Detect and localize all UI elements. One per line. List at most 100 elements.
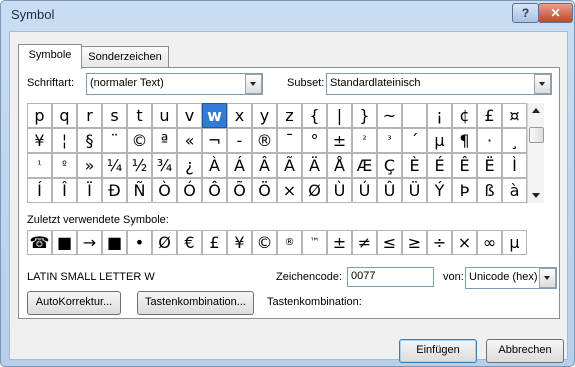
symbol-cell[interactable]: Ç — [377, 153, 402, 178]
symbol-cell[interactable]: ¦ — [52, 128, 77, 153]
recent-symbol-cell[interactable]: µ — [502, 230, 527, 255]
shortcut-key-button[interactable]: Tastenkombination... — [137, 291, 254, 315]
symbol-cell[interactable]: ³ — [377, 128, 402, 153]
symbol-cell[interactable]: Ô — [202, 178, 227, 203]
symbol-cell[interactable]: ~ — [377, 103, 402, 128]
recent-symbol-cell[interactable]: £ — [202, 230, 227, 255]
symbol-cell[interactable]: ß — [477, 178, 502, 203]
symbol-cell[interactable]: z — [277, 103, 302, 128]
font-dropdown-arrow-icon[interactable] — [245, 74, 262, 94]
subset-dropdown-arrow-icon[interactable] — [534, 74, 551, 94]
symbol-cell[interactable]: × — [277, 178, 302, 203]
font-select[interactable]: (normaler Text) — [86, 73, 263, 95]
symbol-cell[interactable]: { — [302, 103, 327, 128]
symbol-cell[interactable]: ¹ — [27, 153, 52, 178]
symbol-cell[interactable]: « — [177, 128, 202, 153]
recent-symbol-cell[interactable]: ■ — [102, 230, 127, 255]
symbol-cell[interactable]: Û — [377, 178, 402, 203]
symbol-cell[interactable]: Ñ — [127, 178, 152, 203]
autocorrect-button[interactable]: AutoKorrektur... — [27, 291, 121, 315]
symbol-cell[interactable]: ¼ — [102, 153, 127, 178]
symbol-cell[interactable]: ¢ — [452, 103, 477, 128]
recent-symbol-cell[interactable]: ÷ — [427, 230, 452, 255]
symbol-cell[interactable]: Ú — [352, 178, 377, 203]
help-button[interactable]: ? — [512, 3, 539, 23]
symbol-cell[interactable]: ² — [352, 128, 377, 153]
symbol-cell[interactable]: y — [252, 103, 277, 128]
symbol-cell[interactable]: ¡ — [427, 103, 452, 128]
symbol-cell[interactable]: ® — [252, 128, 277, 153]
symbol-cell[interactable]: Í — [27, 178, 52, 203]
symbol-cell[interactable]: ¯ — [277, 128, 302, 153]
symbol-cell[interactable]: Ì — [502, 153, 527, 178]
symbol-cell[interactable]: ¨ — [102, 128, 127, 153]
scroll-up-icon[interactable] — [532, 108, 540, 113]
symbol-cell[interactable]: Ð — [102, 178, 127, 203]
symbol-cell[interactable]: ½ — [127, 153, 152, 178]
symbol-cell[interactable]: ¾ — [152, 153, 177, 178]
recent-symbol-cell[interactable]: ® — [277, 230, 302, 255]
symbol-cell[interactable]: £ — [477, 103, 502, 128]
symbol-cell[interactable]: x — [227, 103, 252, 128]
symbol-cell[interactable]: É — [427, 153, 452, 178]
symbol-cell[interactable]: ¿ — [177, 153, 202, 178]
scroll-down-icon[interactable] — [532, 193, 540, 198]
recent-symbol-cell[interactable]: ™ — [302, 230, 327, 255]
charcode-input[interactable]: 0077 — [347, 267, 434, 287]
symbol-cell[interactable]: ¬ — [202, 128, 227, 153]
symbol-cell[interactable]: Ù — [327, 178, 352, 203]
symbol-cell[interactable]: § — [77, 128, 102, 153]
symbol-cell[interactable]: ¥ — [27, 128, 52, 153]
symbol-cell[interactable]: Á — [227, 153, 252, 178]
symbol-cell[interactable]: ¤ — [502, 103, 527, 128]
from-dropdown-arrow-icon[interactable] — [539, 268, 556, 288]
recent-symbol-cell[interactable]: • — [127, 230, 152, 255]
recent-symbol-cell[interactable]: © — [252, 230, 277, 255]
symbol-cell[interactable]: v — [177, 103, 202, 128]
symbol-cell[interactable]: w — [202, 103, 227, 128]
symbol-cell[interactable]: · — [477, 128, 502, 153]
symbol-cell[interactable]: à — [502, 178, 527, 203]
symbol-cell[interactable]: ª — [152, 128, 177, 153]
symbol-cell[interactable]: ± — [327, 128, 352, 153]
symbol-cell[interactable]: Ø — [302, 178, 327, 203]
symbol-cell[interactable]: ° — [302, 128, 327, 153]
recent-symbol-cell[interactable]: ¥ — [227, 230, 252, 255]
symbol-cell[interactable]: Ý — [427, 178, 452, 203]
recent-symbol-cell[interactable]: ± — [327, 230, 352, 255]
symbol-cell[interactable]: Þ — [452, 178, 477, 203]
symbol-cell[interactable]: Ê — [452, 153, 477, 178]
recent-symbol-cell[interactable]: Ø — [152, 230, 177, 255]
recent-symbol-cell[interactable]: ∞ — [477, 230, 502, 255]
symbol-cell[interactable]: º — [52, 153, 77, 178]
tab-special-characters[interactable]: Sonderzeichen — [81, 46, 169, 68]
symbol-cell[interactable]: Â — [252, 153, 277, 178]
tab-symbols[interactable]: Symbole — [18, 44, 82, 69]
recent-symbol-cell[interactable]: ≥ — [402, 230, 427, 255]
symbol-cell[interactable]: p — [27, 103, 52, 128]
symbol-cell[interactable]: ´ — [402, 128, 427, 153]
symbol-cell[interactable]: r — [77, 103, 102, 128]
symbol-cell[interactable]: Å — [327, 153, 352, 178]
from-select[interactable]: Unicode (hex) — [465, 267, 557, 289]
symbol-cell[interactable] — [402, 103, 427, 128]
symbol-cell[interactable]: Æ — [352, 153, 377, 178]
symbol-cell[interactable]: È — [402, 153, 427, 178]
symbol-cell[interactable]: Ï — [77, 178, 102, 203]
symbol-cell[interactable]: Ä — [302, 153, 327, 178]
symbol-cell[interactable]: © — [127, 128, 152, 153]
recent-symbol-cell[interactable]: ☎ — [27, 230, 52, 255]
symbol-cell[interactable]: Ã — [277, 153, 302, 178]
recent-symbol-cell[interactable]: € — [177, 230, 202, 255]
recent-symbol-cell[interactable]: ■ — [52, 230, 77, 255]
cancel-button[interactable]: Abbrechen — [486, 339, 564, 363]
symbol-cell[interactable]: » — [77, 153, 102, 178]
symbol-cell[interactable]: Ò — [152, 178, 177, 203]
symbol-cell[interactable]: Ü — [402, 178, 427, 203]
symbol-cell[interactable]: Ë — [477, 153, 502, 178]
symbol-cell[interactable]: t — [127, 103, 152, 128]
symbol-cell[interactable]: s — [102, 103, 127, 128]
symbol-cell[interactable]: - — [227, 128, 252, 153]
symbol-grid-scrollbar[interactable] — [527, 103, 544, 203]
subset-select[interactable]: Standardlateinisch — [326, 73, 552, 95]
